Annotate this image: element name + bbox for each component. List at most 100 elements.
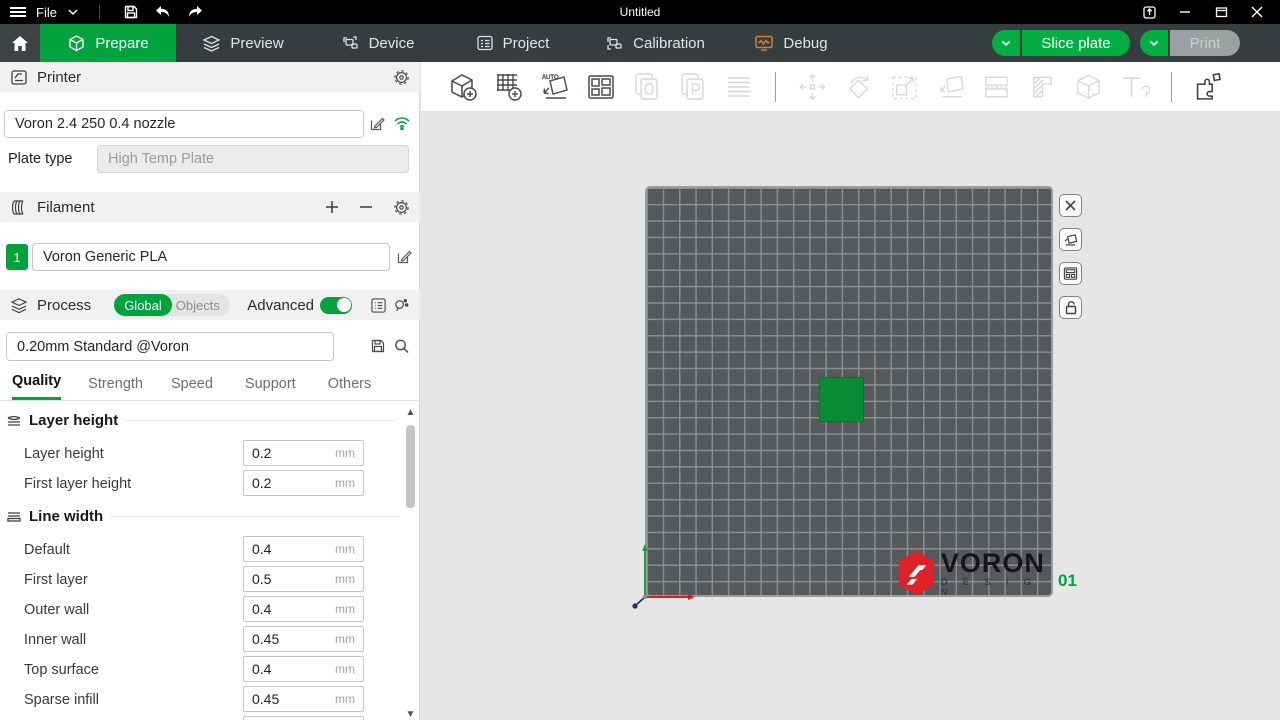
orient-plate-button[interactable]: [1059, 228, 1082, 251]
printer-connection-wifi-icon[interactable]: [393, 115, 411, 131]
tab-strength[interactable]: Strength: [88, 376, 143, 400]
slice-plate-button[interactable]: Slice plate: [1022, 30, 1130, 56]
line-width-group-header[interactable]: Line width: [6, 508, 400, 525]
redo-icon[interactable]: [184, 3, 206, 21]
process-scope-toggle[interactable]: Global Objects: [114, 294, 230, 316]
upload-icon[interactable]: [1138, 3, 1160, 21]
printer-section-title: Printer: [37, 69, 81, 86]
scroll-up-arrow[interactable]: ▲: [405, 407, 416, 418]
lock-plate-button[interactable]: [1059, 296, 1082, 319]
advanced-toggle[interactable]: [320, 297, 352, 314]
setting-value: 0.4: [252, 541, 271, 557]
process-section-header: Process Global Objects Advanced: [0, 290, 420, 320]
tab-others[interactable]: Others: [328, 376, 372, 400]
tab-bar: Prepare Preview Device Project Calibrati…: [0, 24, 1280, 62]
setting-value: 0.45: [252, 631, 279, 647]
outer-wall-line-width-input[interactable]: 0.4 mm: [243, 596, 364, 622]
scroll-down-arrow[interactable]: ▼: [405, 709, 416, 720]
print-button[interactable]: Print: [1170, 30, 1240, 56]
top-surface-line-width-input[interactable]: 0.4 mm: [243, 656, 364, 682]
auto-orient-icon[interactable]: AUTO: [539, 70, 570, 104]
process-preset-value: 0.20mm Standard @Voron: [17, 339, 189, 355]
tab-project[interactable]: Project: [445, 24, 580, 62]
divider: [99, 5, 100, 19]
tab-debug[interactable]: Debug: [730, 24, 852, 62]
arrange-plate-button[interactable]: [1059, 262, 1082, 285]
printer-settings-gear-icon[interactable]: [393, 69, 410, 86]
sparse-infill-line-width-input[interactable]: 0.45 mm: [243, 686, 364, 712]
next-setting-input-clipped[interactable]: [243, 716, 364, 720]
filament-preset-value: Voron Generic PLA: [43, 249, 167, 265]
rotate-icon: [843, 70, 874, 104]
save-preset-icon[interactable]: [370, 338, 386, 354]
scrollbar-thumb[interactable]: [406, 425, 415, 508]
parameter-list-icon[interactable]: [370, 297, 387, 314]
layer-height-input[interactable]: 0.2 mm: [243, 440, 364, 466]
minimize-icon[interactable]: [1174, 3, 1196, 21]
tab-device[interactable]: Device: [310, 24, 445, 62]
title-bar: File Untitled: [0, 0, 1280, 24]
logo-title: VORON: [941, 549, 1056, 577]
setting-label: Outer wall: [24, 602, 89, 618]
first-layer-line-width-input[interactable]: 0.5 mm: [243, 566, 364, 592]
tab-quality[interactable]: Quality: [12, 373, 61, 400]
settings-scrollbar[interactable]: ▲ ▼: [403, 407, 418, 720]
edit-filament-icon[interactable]: [396, 249, 412, 265]
menu-icon[interactable]: [10, 7, 26, 17]
setting-unit: mm: [335, 542, 355, 556]
chevron-down-icon[interactable]: [67, 8, 79, 16]
home-button[interactable]: [0, 24, 40, 62]
edit-printer-icon[interactable]: [369, 116, 385, 132]
process-preset-select[interactable]: 0.20mm Standard @Voron: [6, 332, 334, 361]
tab-prepare[interactable]: Prepare: [40, 24, 176, 62]
setting-label: Default: [24, 542, 70, 558]
scope-global-option[interactable]: Global: [114, 294, 172, 316]
search-preset-icon[interactable]: [393, 338, 410, 355]
slice-dropdown-button[interactable]: [992, 30, 1020, 56]
filament-settings-gear-icon[interactable]: [393, 199, 410, 216]
filament-preset-select[interactable]: Voron Generic PLA: [32, 243, 390, 271]
add-plate-icon[interactable]: [493, 70, 524, 104]
arrange-objects-icon[interactable]: [585, 70, 616, 104]
maximize-icon[interactable]: [1210, 3, 1232, 21]
prepare-cube-icon: [67, 34, 86, 53]
tab-calibration[interactable]: Calibration: [580, 24, 730, 62]
remove-filament-icon[interactable]: [359, 200, 373, 214]
file-menu[interactable]: File: [36, 5, 57, 20]
divider: [110, 516, 400, 517]
setting-unit: mm: [335, 572, 355, 586]
close-icon[interactable]: [1246, 3, 1268, 21]
setting-unit: mm: [335, 446, 355, 460]
add-filament-icon[interactable]: [325, 200, 339, 214]
save-icon[interactable]: [120, 3, 142, 21]
assembly-view-icon[interactable]: [1193, 70, 1224, 104]
inner-wall-line-width-input[interactable]: 0.45 mm: [243, 626, 364, 652]
layer-height-group-header[interactable]: Layer height: [6, 412, 395, 429]
delete-plate-button[interactable]: [1059, 194, 1082, 217]
variable-layer-height-icon: [1073, 70, 1104, 104]
setting-label: First layer height: [24, 476, 131, 492]
filament-slot-badge[interactable]: 1: [6, 244, 28, 270]
group-title: Layer height: [29, 412, 118, 429]
tab-preview[interactable]: Preview: [176, 24, 310, 62]
first-layer-height-input[interactable]: 0.2 mm: [243, 470, 364, 496]
device-icon: [341, 34, 360, 52]
tab-speed[interactable]: Speed: [171, 376, 213, 400]
plate-number-badge[interactable]: 01: [1058, 571, 1077, 591]
default-line-width-input[interactable]: 0.4 mm: [243, 536, 364, 562]
group-title: Line width: [29, 508, 103, 525]
print-dropdown-button[interactable]: [1140, 30, 1168, 56]
axes-gizmo: [628, 540, 708, 616]
scope-objects-option[interactable]: Objects: [172, 294, 230, 316]
divider: [125, 420, 395, 421]
tab-support[interactable]: Support: [245, 376, 296, 400]
plate-type-select[interactable]: High Temp Plate: [97, 145, 409, 173]
printer-preset-select[interactable]: Voron 2.4 250 0.4 nozzle: [4, 110, 364, 138]
add-object-icon[interactable]: [447, 70, 478, 104]
support-paint-icon: [1027, 70, 1058, 104]
undo-icon[interactable]: [152, 3, 174, 21]
debug-icon: [754, 34, 774, 52]
setting-unit: mm: [335, 602, 355, 616]
model-cube[interactable]: [820, 378, 863, 421]
search-settings-icon[interactable]: [393, 297, 410, 314]
